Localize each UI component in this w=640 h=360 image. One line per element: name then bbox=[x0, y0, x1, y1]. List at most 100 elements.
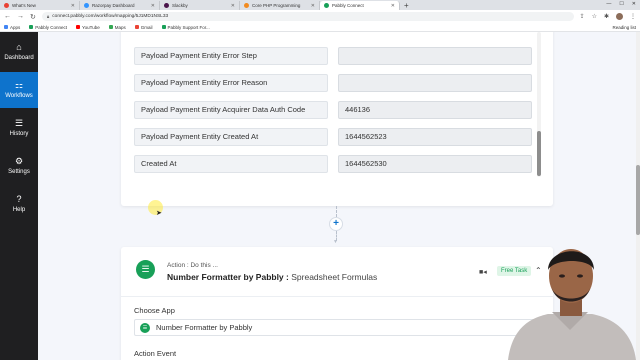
menu-icon[interactable]: ⋮ bbox=[630, 13, 636, 20]
field-name: Payload Payment Entity Error Step bbox=[134, 47, 328, 65]
tab-title: Razorpay Dashboard bbox=[92, 3, 135, 8]
close-window-icon[interactable]: ✕ bbox=[632, 1, 636, 7]
bookmark-label: Gmail bbox=[140, 24, 153, 30]
extension-icon[interactable]: ✱ bbox=[604, 13, 609, 20]
bookmark-item[interactable]: Pabbly Support For... bbox=[161, 24, 210, 30]
sidebar: ⌂ Dashboard ⚏ Workflows ☰ History ⚙ Settings? He… bbox=[0, 32, 38, 360]
bookmarks-bar: Apps Pabbly Connect YouTube Maps Gmail Pabbly… bbox=[0, 23, 640, 32]
action-event-label: Action Event bbox=[134, 349, 177, 358]
workflows-icon: ⚏ bbox=[14, 80, 24, 90]
bookmark-label: YouTube bbox=[82, 24, 100, 30]
action-label: Action : Do this ... bbox=[167, 262, 218, 269]
tab-favicon-icon bbox=[4, 3, 9, 8]
profile-avatar[interactable] bbox=[616, 13, 623, 20]
lock-icon: 🔒︎ bbox=[46, 14, 50, 19]
sidebar-item-history[interactable]: ☰ History bbox=[0, 110, 38, 146]
field-value-input[interactable] bbox=[338, 47, 532, 65]
url-text: connect.pabbly.com/workflow/mapping/5J1M… bbox=[52, 14, 169, 19]
field-name: Payload Payment Entity Created At bbox=[134, 128, 328, 146]
bookmark-item[interactable]: Maps bbox=[108, 24, 126, 30]
bookmark-icon bbox=[161, 25, 166, 29]
tab-close-icon[interactable]: ✕ bbox=[391, 3, 395, 9]
tab-close-icon[interactable]: ✕ bbox=[151, 3, 155, 9]
number-formatter-app-icon: ☰ bbox=[136, 260, 155, 279]
bookmark-item[interactable]: Gmail bbox=[134, 24, 153, 30]
action-title: Number Formatter by Pabbly : Spreadsheet… bbox=[167, 272, 377, 282]
browser-tab[interactable]: What's New ✕ bbox=[0, 1, 80, 10]
sidebar-item-workflows[interactable]: ⚏ Workflows bbox=[0, 72, 38, 108]
page-scrollbar-thumb[interactable] bbox=[636, 165, 640, 235]
bookmark-icon bbox=[76, 25, 81, 29]
tab-close-icon[interactable]: ✕ bbox=[231, 3, 235, 9]
browser-tab[interactable]: Core PHP Programming ✕ bbox=[240, 1, 320, 10]
tab-close-icon[interactable]: ✕ bbox=[311, 3, 315, 9]
tab-favicon-icon bbox=[324, 3, 329, 8]
connector-arrow-icon: ▼ bbox=[333, 239, 338, 245]
field-value-input[interactable] bbox=[338, 74, 532, 92]
connector-line bbox=[336, 206, 337, 217]
bookmark-icon bbox=[108, 25, 113, 29]
field-value-input[interactable]: 1644562523 bbox=[338, 128, 532, 146]
bookmark-label: Pabbly Connect bbox=[35, 24, 68, 30]
field-name: Created At bbox=[134, 155, 328, 173]
sidebar-item-label: History bbox=[9, 131, 29, 137]
video-icon[interactable]: ■◂ bbox=[479, 268, 487, 276]
reading-list-link[interactable]: Reading list bbox=[612, 25, 636, 30]
address-bar: ← → ↻ 🔒︎ connect.pabbly.com/workflow/map… bbox=[0, 10, 640, 23]
webcam-presenter bbox=[500, 232, 640, 360]
reload-icon[interactable]: ↻ bbox=[30, 13, 36, 21]
browser-tabstrip: What's New ✕ Razorpay Dashboard ✕ Slackby ✕ Co… bbox=[0, 0, 640, 10]
history-icon: ☰ bbox=[14, 118, 24, 128]
choose-app-select[interactable]: ☰ Number Formatter by Pabbly bbox=[134, 319, 544, 336]
bookmark-label: Apps bbox=[10, 24, 21, 30]
bookmark-icon bbox=[4, 25, 8, 29]
bookmark-item[interactable]: Pabbly Connect bbox=[29, 25, 67, 30]
action-card-header[interactable]: ☰ Action : Do this ... Number Formatter … bbox=[121, 247, 553, 297]
url-field[interactable]: 🔒︎ connect.pabbly.com/workflow/mapping/5… bbox=[41, 12, 574, 21]
choose-app-label: Choose App bbox=[134, 306, 175, 315]
mouse-pointer-icon: ➤ bbox=[156, 210, 162, 217]
field-value-input[interactable]: 446136 bbox=[338, 101, 532, 119]
field-name: Payload Payment Entity Error Reason bbox=[134, 74, 328, 92]
share-icon[interactable]: ⇪ bbox=[580, 13, 585, 20]
tab-favicon-icon bbox=[84, 3, 89, 8]
sidebar-item-label: Help bbox=[12, 207, 26, 213]
tab-close-icon[interactable]: ✕ bbox=[71, 3, 75, 9]
bookmark-item[interactable]: Apps bbox=[4, 25, 20, 30]
field-name: Payload Payment Entity Acquirer Data Aut… bbox=[134, 101, 328, 119]
gear-icon: ⚙ bbox=[14, 156, 24, 166]
tab-title: What's New bbox=[12, 3, 36, 8]
sidebar-item-label: Workflows bbox=[5, 93, 33, 99]
field-value-input[interactable]: 1644562530 bbox=[338, 155, 532, 173]
sidebar-item-help[interactable]: ? Help bbox=[0, 186, 38, 222]
response-scrollbar-thumb[interactable] bbox=[537, 131, 541, 176]
maximize-icon[interactable]: ☐ bbox=[619, 1, 623, 7]
bookmark-icon bbox=[29, 25, 34, 29]
browser-tab[interactable]: Pabbly Connect ✕ bbox=[320, 1, 400, 10]
bookmark-item[interactable]: YouTube bbox=[76, 25, 100, 30]
forward-icon[interactable]: → bbox=[17, 13, 24, 20]
selected-app-name: Number Formatter by Pabbly bbox=[156, 323, 253, 332]
sidebar-item-dashboard[interactable]: ⌂ Dashboard bbox=[0, 34, 38, 70]
bookmark-label: Pabbly Support For... bbox=[167, 24, 210, 30]
sidebar-item-settings[interactable]: ⚙ Settings bbox=[0, 148, 38, 184]
sidebar-item-label: Dashboard bbox=[4, 55, 34, 61]
tab-favicon-icon bbox=[164, 3, 169, 8]
new-tab-button[interactable]: + bbox=[400, 1, 413, 10]
tab-title: Core PHP Programming bbox=[252, 3, 301, 8]
back-icon[interactable]: ← bbox=[4, 13, 11, 20]
help-icon: ? bbox=[16, 194, 22, 204]
tab-favicon-icon bbox=[244, 3, 249, 8]
bookmark-icon bbox=[134, 25, 139, 29]
selected-app-icon: ☰ bbox=[140, 323, 150, 333]
action-card: ☰ Action : Do this ... Number Formatter … bbox=[121, 247, 553, 360]
minimize-icon[interactable]: — bbox=[606, 1, 611, 7]
browser-tab[interactable]: Razorpay Dashboard ✕ bbox=[80, 1, 160, 10]
bookmark-label: Maps bbox=[114, 24, 126, 30]
browser-tab[interactable]: Slackby ✕ bbox=[160, 1, 240, 10]
tab-title: Slackby bbox=[172, 3, 188, 8]
add-step-button[interactable]: + bbox=[329, 217, 343, 231]
home-icon: ⌂ bbox=[16, 42, 22, 52]
action-event-name: Spreadsheet Formulas bbox=[291, 272, 378, 282]
star-icon[interactable]: ☆ bbox=[592, 13, 597, 20]
